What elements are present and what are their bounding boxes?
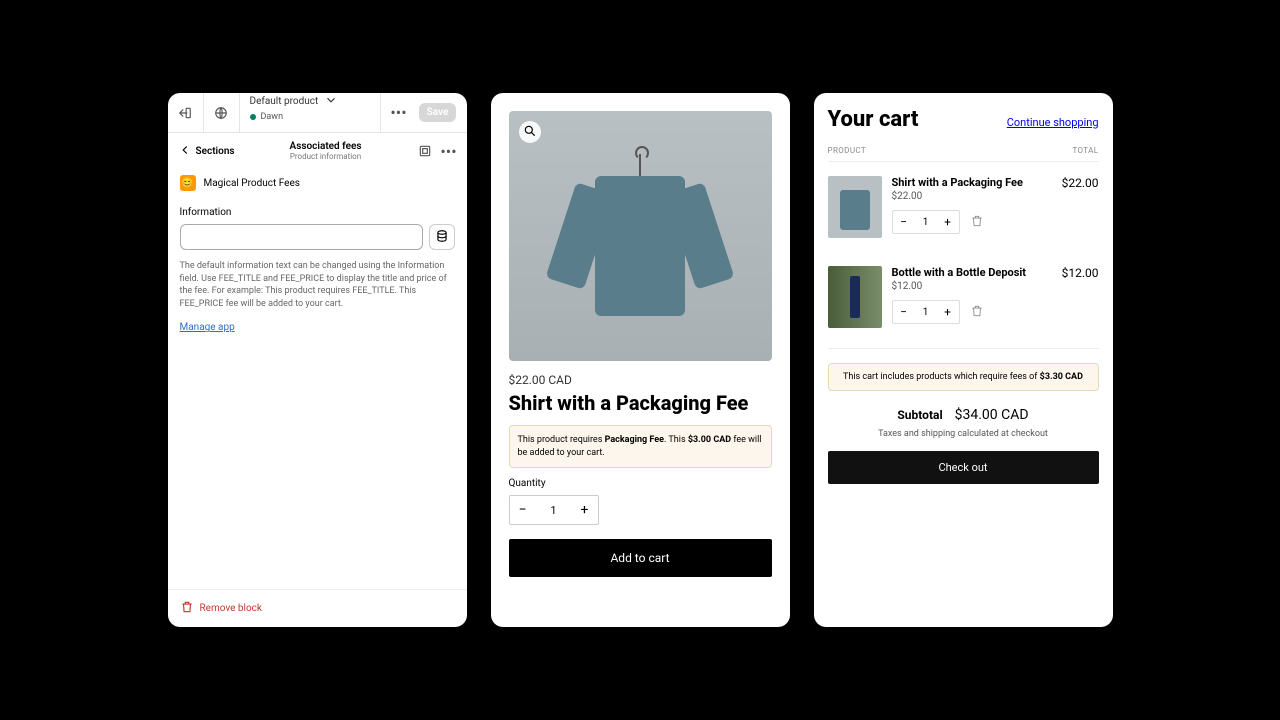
cart-quantity-stepper: − 1 +	[892, 300, 960, 324]
quantity-label: Quantity	[509, 478, 772, 489]
editor-header: Default product Dawn ••• Save	[168, 93, 467, 133]
checkout-button[interactable]: Check out	[828, 451, 1099, 484]
cart-quantity-stepper: − 1 +	[892, 210, 960, 234]
cart-item-name[interactable]: Bottle with a Bottle Deposit	[892, 266, 1052, 279]
product-price: $22.00 CAD	[509, 373, 772, 387]
quantity-value: 1	[536, 504, 572, 517]
section-title: Associated fees	[243, 141, 409, 152]
save-button[interactable]: Save	[419, 103, 457, 122]
database-icon	[435, 228, 449, 247]
product-selector[interactable]: Default product Dawn	[240, 93, 381, 132]
quantity-decrease-button[interactable]: −	[510, 496, 536, 524]
remove-block-button[interactable]: Remove block	[168, 589, 467, 627]
block-settings-icon[interactable]	[417, 143, 433, 159]
app-name: Magical Product Fees	[204, 178, 300, 189]
theme-editor-panel: Default product Dawn ••• Save Sections A…	[168, 93, 467, 627]
fee-notice: This product requires Packaging Fee. Thi…	[509, 425, 772, 468]
cart-item-price: $12.00	[892, 281, 1052, 292]
cart-title: Your cart	[828, 107, 919, 132]
subtotal-value: $34.00 CAD	[955, 407, 1029, 423]
cart-qty-increase-button[interactable]: +	[937, 301, 959, 323]
editor-breadcrumb: Sections Associated fees Product informa…	[168, 133, 467, 169]
dots-icon: •••	[391, 105, 407, 121]
remove-block-label: Remove block	[200, 603, 262, 614]
magnify-icon	[523, 123, 537, 142]
cart-qty-increase-button[interactable]: +	[937, 211, 959, 233]
dynamic-source-button[interactable]	[429, 224, 455, 250]
cart-panel: Your cart Continue shopping PRODUCT TOTA…	[814, 93, 1113, 627]
cart-item-total: $22.00	[1062, 176, 1099, 238]
chevron-left-icon	[178, 143, 192, 160]
cart-item: Shirt with a Packaging Fee $22.00 − 1 + …	[828, 162, 1099, 252]
chevron-down-icon	[324, 93, 338, 110]
status-dot-icon	[250, 114, 256, 120]
trash-icon	[180, 600, 194, 617]
product-page-panel: $22.00 CAD Shirt with a Packaging Fee Th…	[491, 93, 790, 627]
globe-icon	[213, 105, 229, 121]
cart-qty-decrease-button[interactable]: −	[893, 211, 915, 233]
cart-item-total: $12.00	[1062, 266, 1099, 328]
column-total: TOTAL	[1072, 146, 1098, 155]
cart-qty-value: 1	[915, 307, 937, 318]
tax-shipping-note: Taxes and shipping calculated at checkou…	[828, 429, 1099, 439]
cart-fee-notice: This cart includes products which requir…	[828, 363, 1099, 391]
section-subtitle: Product information	[243, 152, 409, 161]
add-to-cart-button[interactable]: Add to cart	[509, 539, 772, 577]
cart-item-name[interactable]: Shirt with a Packaging Fee	[892, 176, 1052, 189]
zoom-button[interactable]	[519, 121, 541, 143]
product-title: Shirt with a Packaging Fee	[509, 391, 772, 415]
column-product: PRODUCT	[828, 146, 867, 155]
cart-qty-value: 1	[915, 217, 937, 228]
information-input[interactable]	[180, 224, 423, 250]
back-label: Sections	[196, 146, 235, 157]
remove-item-button[interactable]	[970, 214, 984, 231]
exit-button[interactable]	[168, 93, 204, 132]
app-row[interactable]: 😊 Magical Product Fees	[168, 169, 467, 197]
more-options-button[interactable]: •••	[441, 143, 457, 159]
manage-app-link[interactable]: Manage app	[180, 322, 455, 333]
exit-icon	[177, 105, 193, 121]
theme-name: Dawn	[261, 112, 284, 122]
more-menu-button[interactable]: •••	[381, 93, 417, 132]
cart-item-thumbnail[interactable]	[828, 266, 882, 328]
cart-item-thumbnail[interactable]	[828, 176, 882, 238]
shirt-illustration	[550, 136, 730, 336]
app-icon: 😊	[180, 175, 196, 191]
product-image[interactable]	[509, 111, 772, 361]
quantity-stepper: − 1 +	[509, 495, 599, 525]
cart-qty-decrease-button[interactable]: −	[893, 301, 915, 323]
subtotal-label: Subtotal	[897, 408, 942, 422]
information-label: Information	[180, 207, 455, 218]
remove-item-button[interactable]	[970, 304, 984, 321]
information-help-text: The default information text can be chan…	[180, 260, 455, 310]
quantity-increase-button[interactable]: +	[572, 496, 598, 524]
product-selector-label: Default product	[250, 96, 319, 107]
preview-globe-button[interactable]	[204, 93, 240, 132]
cart-item-price: $22.00	[892, 191, 1052, 202]
continue-shopping-link[interactable]: Continue shopping	[1007, 116, 1099, 129]
back-to-sections-button[interactable]: Sections	[178, 143, 235, 160]
cart-item: Bottle with a Bottle Deposit $12.00 − 1 …	[828, 252, 1099, 342]
